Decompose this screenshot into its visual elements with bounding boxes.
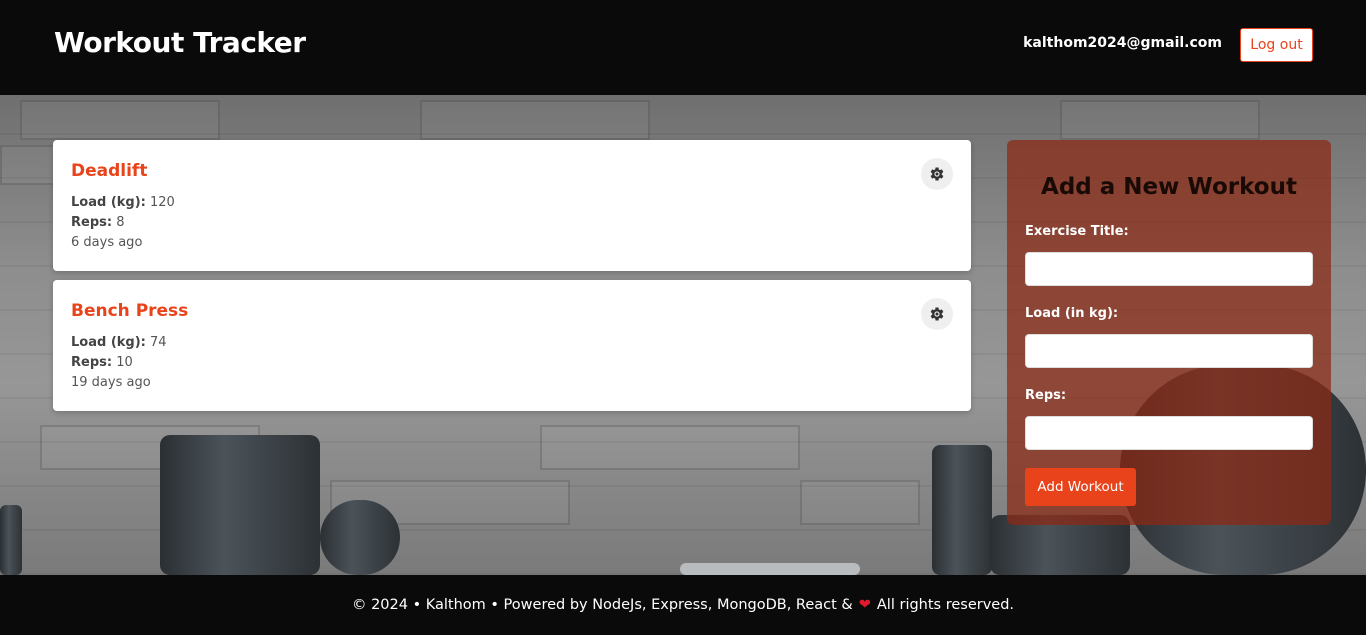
reps-label: Reps: <box>71 355 113 370</box>
load-label: Load (kg): <box>71 335 146 350</box>
workout-date: 19 days ago <box>71 375 151 390</box>
add-workout-button[interactable]: Add Workout <box>1025 468 1136 506</box>
workout-load: Load (kg): 120 <box>71 195 175 210</box>
wall-brick <box>1060 100 1260 140</box>
logout-button[interactable]: Log out <box>1240 28 1313 62</box>
dumbbell-image <box>160 435 320 575</box>
workout-card: Bench Press Load (kg): 74 Reps: 10 19 da… <box>53 280 971 411</box>
app-title[interactable]: Workout Tracker <box>54 26 306 59</box>
dumbbell-image <box>0 505 22 575</box>
workout-reps: Reps: 8 <box>71 215 125 230</box>
dumbbell-image <box>320 500 400 575</box>
workout-date: 6 days ago <box>71 235 143 250</box>
reps-input[interactable] <box>1025 416 1313 450</box>
settings-button[interactable] <box>921 158 953 190</box>
wall-brick <box>20 100 220 140</box>
workout-card: Deadlift Load (kg): 120 Reps: 8 6 days a… <box>53 140 971 271</box>
wall-brick <box>800 480 920 525</box>
weight-plate-image <box>680 563 860 575</box>
workout-load: Load (kg): 74 <box>71 335 167 350</box>
gear-icon <box>930 167 944 181</box>
form-title: Add a New Workout <box>1041 174 1297 200</box>
exercise-title-label: Exercise Title: <box>1025 224 1129 239</box>
load-label: Load (in kg): <box>1025 306 1119 321</box>
reps-label: Reps: <box>71 215 113 230</box>
settings-button[interactable] <box>921 298 953 330</box>
load-value: 74 <box>150 335 167 350</box>
footer: © 2024 • Kalthom • Powered by NodeJs, Ex… <box>0 575 1366 635</box>
wall-brick <box>420 100 650 140</box>
workout-title: Bench Press <box>71 301 189 321</box>
footer-rights: All rights reserved. <box>876 597 1015 613</box>
reps-value: 8 <box>116 215 125 230</box>
load-label: Load (kg): <box>71 195 146 210</box>
footer-text: © 2024 • Kalthom • Powered by NodeJs, Ex… <box>351 597 853 613</box>
add-workout-form: Add a New Workout Exercise Title: Load (… <box>1007 140 1331 525</box>
load-value: 120 <box>150 195 175 210</box>
exercise-title-input[interactable] <box>1025 252 1313 286</box>
reps-value: 10 <box>116 355 133 370</box>
top-navbar: Workout Tracker kalthom2024@gmail.com Lo… <box>0 0 1366 95</box>
barbell-image <box>932 445 992 575</box>
gear-icon <box>930 307 944 321</box>
heart-icon: ❤ <box>858 597 871 613</box>
wall-brick <box>540 425 800 470</box>
workout-title: Deadlift <box>71 161 148 181</box>
reps-label: Reps: <box>1025 388 1067 403</box>
load-input[interactable] <box>1025 334 1313 368</box>
user-email: kalthom2024@gmail.com <box>1023 35 1222 51</box>
workout-reps: Reps: 10 <box>71 355 133 370</box>
